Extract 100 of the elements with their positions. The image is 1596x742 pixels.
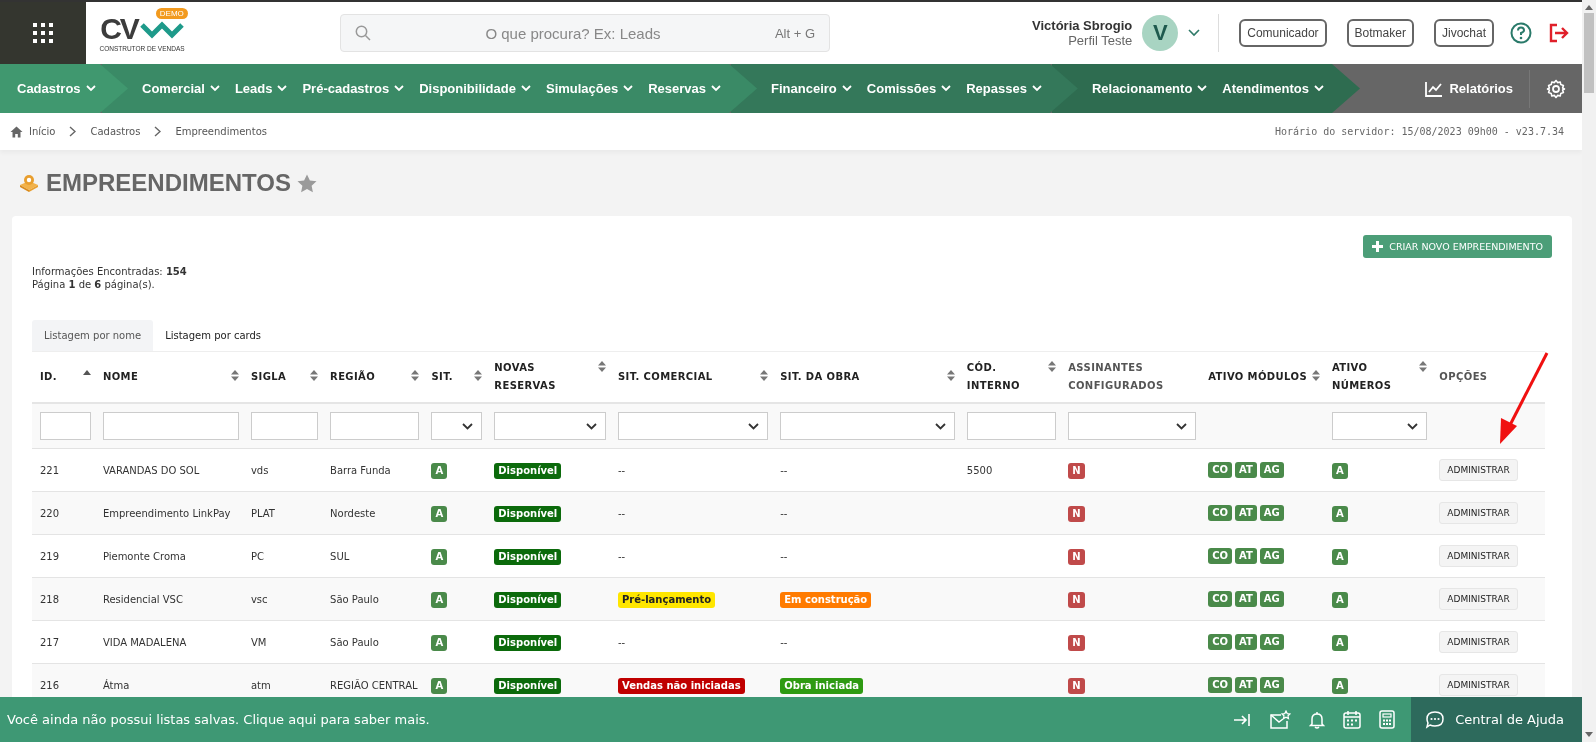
user-profile: Perfil Teste (1068, 33, 1133, 48)
filter-input[interactable] (40, 412, 91, 440)
sort-ascending-icon[interactable] (82, 370, 91, 375)
chevron-down-icon[interactable] (1188, 29, 1201, 37)
menu-item[interactable]: Pré-cadastros (302, 81, 405, 96)
table-cell: Empreendimento LinkPay (102, 507, 231, 519)
menu-item[interactable]: Disponibilidade (419, 81, 531, 96)
integration-button[interactable]: Jivochat (1433, 19, 1494, 47)
chevron-down-icon (394, 85, 405, 92)
chevron-down-icon (748, 422, 760, 430)
chevron-right-icon (69, 126, 77, 137)
settings-icon[interactable] (1546, 78, 1566, 99)
module-tag: AG (1259, 677, 1284, 693)
column-header[interactable]: NOME (102, 368, 139, 386)
search-field[interactable]: O que procura? Ex: Leads Alt + G (340, 14, 830, 52)
calendar-icon[interactable] (1343, 710, 1362, 729)
breadcrumb-link[interactable]: Empreendimentos (175, 126, 267, 137)
status-tag: A (1331, 505, 1348, 522)
calculator-icon[interactable] (1379, 710, 1396, 729)
user-avatar[interactable]: V (1142, 15, 1179, 51)
filter-input[interactable] (330, 412, 420, 440)
sort-icon[interactable] (1419, 361, 1428, 372)
saved-lists-message[interactable]: Você ainda não possui listas salvas. Clique aqui para saber mais. (0, 712, 430, 727)
manage-button[interactable]: ADMINISTRAR (1439, 545, 1518, 567)
scrollbar[interactable] (1582, 0, 1596, 742)
sort-icon[interactable] (230, 370, 239, 381)
bell-icon[interactable] (1309, 710, 1326, 729)
menu-item[interactable]: Atendimentos (1222, 81, 1324, 96)
table-cell: Piemonte Croma (102, 550, 186, 562)
sort-icon[interactable] (598, 361, 606, 372)
scrollbar-thumb[interactable] (1584, 13, 1594, 93)
column-header[interactable]: SIT. DA OBRA (780, 368, 860, 386)
grid-icon (32, 22, 54, 44)
filter-input[interactable] (250, 412, 319, 440)
search-input[interactable]: O que procura? Ex: Leads (371, 23, 775, 43)
column-header[interactable]: NOVAS RESERVAS (494, 359, 594, 395)
table-cell: -- (618, 507, 626, 519)
menu-item[interactable]: Cadastros (17, 81, 96, 96)
column-header[interactable]: SIT. COMERCIAL (618, 368, 713, 386)
help-center-button[interactable]: Central de Ajuda (1411, 697, 1582, 742)
sort-icon[interactable] (946, 370, 955, 381)
column-header[interactable]: REGIÃO (330, 368, 376, 386)
sort-icon[interactable] (760, 370, 769, 381)
menu-item[interactable]: Leads (234, 81, 288, 96)
column-header[interactable]: SIGLA (250, 368, 287, 386)
menu-item[interactable]: Financeiro (771, 81, 852, 96)
sort-icon[interactable] (411, 370, 420, 381)
help-icon[interactable] (1510, 22, 1532, 44)
menu-item[interactable]: Reservas (648, 81, 722, 96)
module-tag: AG (1259, 591, 1284, 607)
chevron-down-icon (934, 422, 946, 430)
table-cell: Residencial VSC (102, 593, 183, 605)
table-cell: 217 (40, 636, 60, 648)
results-info: Página 1 de 6 página(s). (32, 279, 156, 290)
arrow-to-line-icon[interactable] (1233, 712, 1252, 727)
envelope-star-icon[interactable] (1269, 709, 1292, 730)
manage-button[interactable]: ADMINISTRAR (1439, 674, 1518, 696)
column-header[interactable]: CÓD. INTERNO (966, 359, 1045, 395)
apps-menu-button[interactable] (0, 2, 86, 64)
column-header[interactable]: ATIVO NÚMEROS (1331, 359, 1416, 395)
manage-button[interactable]: ADMINISTRAR (1439, 459, 1518, 481)
sort-icon[interactable] (310, 370, 319, 381)
module-tag: AG (1259, 548, 1284, 564)
menu-item[interactable]: Simulações (545, 81, 634, 96)
integration-button[interactable]: Comunicador (1239, 19, 1327, 47)
sort-icon[interactable] (1048, 361, 1057, 372)
manage-button[interactable]: ADMINISTRAR (1439, 631, 1518, 653)
logout-icon[interactable] (1548, 23, 1570, 43)
module-tag: AG (1259, 462, 1284, 478)
menu-item[interactable]: Comissões (866, 81, 952, 96)
menu-item[interactable]: Repasses (966, 81, 1042, 96)
table-cell: SUL (330, 550, 350, 562)
table-cell: -- (780, 550, 788, 562)
scroll-up-icon[interactable] (1585, 4, 1593, 10)
filter-input[interactable] (966, 412, 1057, 440)
column-header[interactable]: ID. (40, 368, 58, 386)
menu-item[interactable]: Relacionamento (1091, 81, 1208, 96)
manage-button[interactable]: ADMINISTRAR (1439, 502, 1518, 524)
manage-button[interactable]: ADMINISTRAR (1439, 588, 1518, 610)
filter-input[interactable] (102, 412, 239, 440)
star-icon[interactable] (296, 173, 317, 193)
integration-button[interactable]: Botmaker (1346, 19, 1414, 47)
table-cell: REGIÃO CENTRAL (330, 679, 418, 691)
status-tag: Obra iniciada (780, 677, 864, 694)
view-tab[interactable]: Listagem por nome (32, 320, 154, 351)
column-header[interactable]: SIT. (431, 368, 454, 386)
chevron-down-icon (1197, 85, 1208, 92)
table-cell: PLAT (250, 507, 275, 519)
sort-icon[interactable] (474, 370, 483, 381)
breadcrumb-link[interactable]: Cadastros (90, 126, 141, 137)
table-cell: Nordeste (330, 507, 376, 519)
line-chart-icon (1425, 80, 1444, 97)
menu-item[interactable]: Comercial (142, 81, 220, 96)
breadcrumb-link[interactable]: Início (29, 126, 56, 137)
column-header[interactable]: ATIVO MÓDULOS (1208, 368, 1307, 386)
status-tag: A (431, 591, 448, 608)
chevron-down-icon (277, 85, 288, 92)
scroll-down-icon[interactable] (1585, 732, 1593, 738)
reports-menu-item[interactable]: Relatórios (1425, 80, 1513, 97)
sort-icon[interactable] (1311, 370, 1320, 381)
